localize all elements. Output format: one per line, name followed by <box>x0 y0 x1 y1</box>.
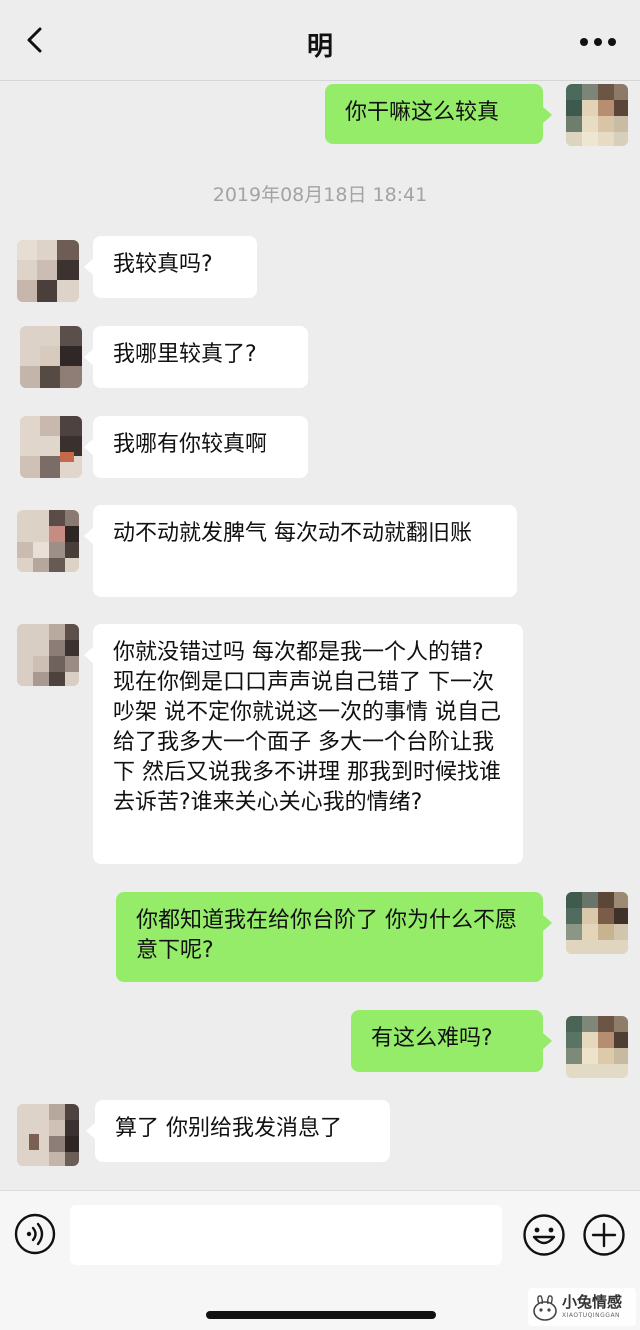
avatar-contact[interactable] <box>20 416 82 478</box>
message-bubble-contact[interactable]: 算了 你别给我发消息了 <box>86 1100 390 1162</box>
message-bubble-contact[interactable]: 动不动就发脾气 每次动不动就翻旧账 <box>84 505 517 597</box>
chat-title: 明 <box>306 32 333 62</box>
message-bubble-contact[interactable]: 我哪里较真了? <box>84 326 308 388</box>
plus-icon[interactable] <box>582 1213 626 1257</box>
avatar-contact[interactable] <box>17 510 79 572</box>
avatar-contact[interactable] <box>17 624 79 686</box>
emoji-icon[interactable] <box>522 1213 566 1257</box>
avatar-self[interactable] <box>566 892 628 954</box>
home-indicator[interactable] <box>206 1311 436 1319</box>
watermark: 小兔情感 XIAOTUQINGGAN <box>528 1288 636 1326</box>
avatar-contact[interactable] <box>17 1104 79 1166</box>
avatar-contact[interactable] <box>20 326 82 388</box>
watermark-text: 小兔情感 <box>562 1293 623 1311</box>
message-bubble-contact[interactable]: 我较真吗? <box>84 236 257 298</box>
more-dots-icon[interactable] <box>578 32 622 52</box>
voice-icon[interactable] <box>14 1213 56 1255</box>
chat-header: 明 <box>0 0 640 81</box>
message-timestamp: 2019年08月18日 18:41 <box>212 184 428 206</box>
avatar-self[interactable] <box>566 1016 628 1078</box>
message-bubble-contact[interactable]: 你就没错过吗 每次都是我一个人的错? 现在你倒是口口声声说自己错了 下一次吵架 … <box>84 624 523 864</box>
watermark-subtext: XIAOTUQINGGAN <box>562 1312 621 1319</box>
message-bubble-contact[interactable]: 我哪有你较真啊 <box>84 416 308 478</box>
message-bubble-self[interactable]: 你干嘛这么较真 <box>325 84 552 144</box>
message-bubble-self[interactable]: 你都知道我在给你台阶了 你为什么不愿意下呢? <box>116 892 552 982</box>
avatar-self[interactable] <box>566 84 628 146</box>
avatar-contact[interactable] <box>17 240 79 302</box>
message-bubble-self[interactable]: 有这么难吗? <box>351 1010 552 1072</box>
message-input[interactable] <box>70 1205 502 1265</box>
rabbit-logo-icon <box>533 1295 557 1321</box>
